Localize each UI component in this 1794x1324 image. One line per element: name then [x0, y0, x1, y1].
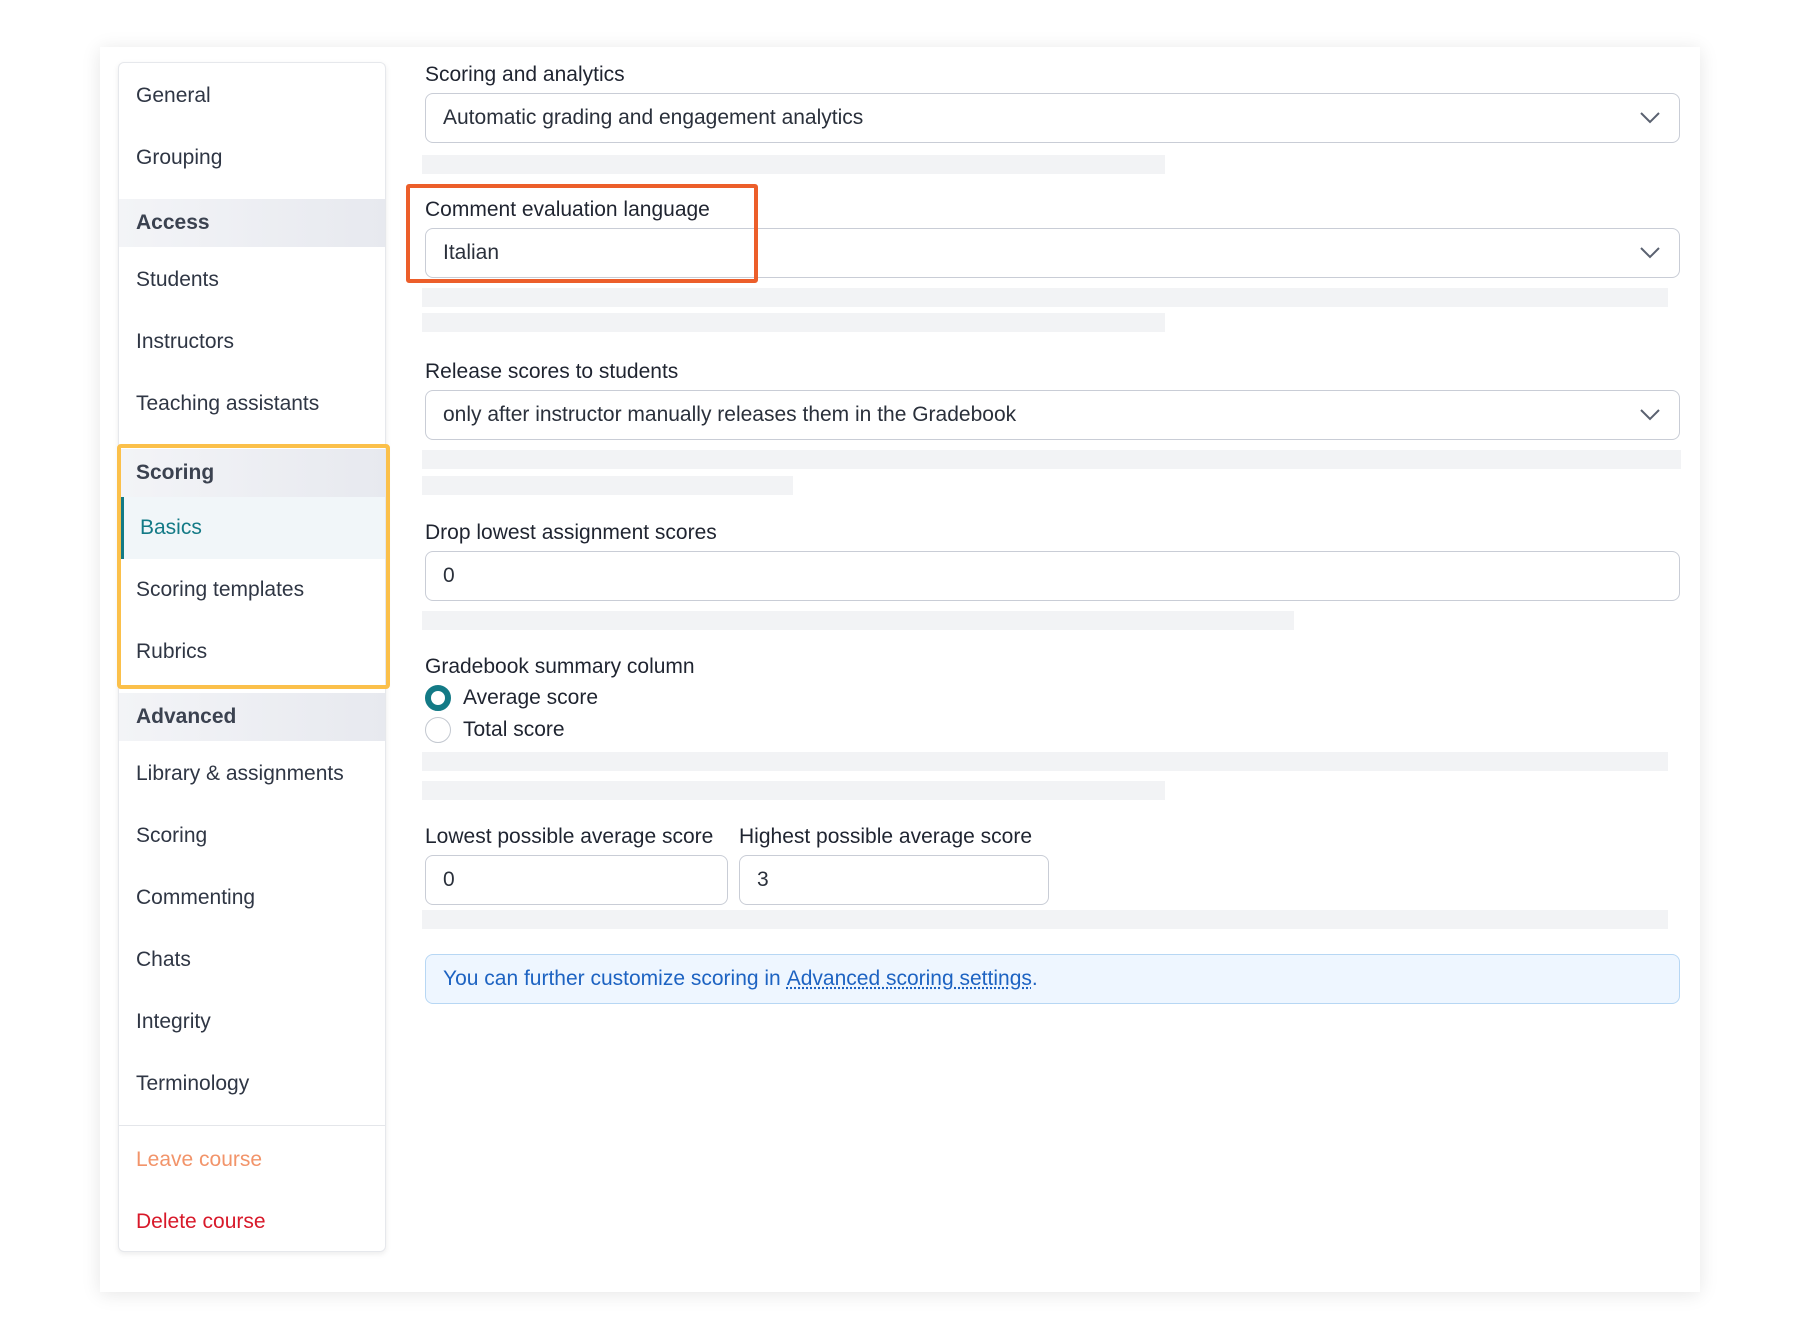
chevron-down-icon — [1640, 409, 1660, 421]
radio-average-score[interactable]: Average score — [425, 685, 598, 711]
sidebar-item-chats[interactable]: Chats — [119, 929, 385, 991]
summary-column-label: Gradebook summary column — [425, 655, 695, 678]
section-label: Access — [136, 211, 210, 234]
sidebar-item-label: Scoring templates — [136, 578, 305, 601]
drop-lowest-label: Drop lowest assignment scores — [425, 521, 717, 544]
sidebar-item-label: Integrity — [136, 1010, 211, 1033]
chevron-down-icon — [1640, 112, 1660, 124]
input-value: 3 — [757, 868, 769, 891]
scoring-analytics-label: Scoring and analytics — [425, 63, 625, 86]
help-text-placeholder — [422, 450, 1681, 469]
sidebar-item-label: Leave course — [136, 1148, 263, 1171]
sidebar-item-label: Basics — [140, 516, 202, 539]
leave-course-link[interactable]: Leave course — [119, 1129, 385, 1191]
sidebar-item-label: Library & assignments — [136, 762, 344, 785]
radio-button-selected[interactable] — [425, 685, 451, 711]
sidebar-item-general[interactable]: General — [119, 65, 385, 127]
help-text-placeholder — [422, 611, 1294, 630]
sidebar-item-library-assignments[interactable]: Library & assignments — [119, 743, 385, 805]
help-text-placeholder — [422, 752, 1668, 771]
sidebar-item-grouping[interactable]: Grouping — [119, 127, 385, 189]
info-suffix: . — [1031, 967, 1038, 990]
highest-average-input[interactable]: 3 — [739, 855, 1049, 905]
sidebar-section-advanced: Advanced — [119, 693, 385, 741]
help-text-placeholder — [422, 313, 1165, 332]
highest-average-label: Highest possible average score — [739, 825, 1032, 848]
sidebar-item-instructors[interactable]: Instructors — [119, 311, 385, 373]
sidebar-item-label: Instructors — [136, 330, 235, 353]
sidebar-section-scoring: Scoring — [119, 449, 385, 497]
sidebar-item-label: Scoring — [136, 824, 208, 847]
sidebar-divider — [119, 1125, 385, 1126]
sidebar-item-terminology[interactable]: Terminology — [119, 1053, 385, 1115]
select-value: only after instructor manually releases … — [443, 403, 1017, 426]
sidebar-item-label: Commenting — [136, 886, 256, 909]
input-value: 0 — [443, 868, 455, 891]
advanced-scoring-settings-link[interactable]: Advanced scoring settings — [787, 967, 1032, 991]
release-scores-select[interactable]: only after instructor manually releases … — [425, 390, 1680, 440]
info-text: You can further customize scoring in — [443, 967, 781, 990]
sidebar-item-rubrics[interactable]: Rubrics — [119, 621, 385, 683]
advanced-settings-info: You can further customize scoring in Adv… — [425, 954, 1680, 1004]
select-value: Automatic grading and engagement analyti… — [443, 106, 864, 129]
sidebar-item-label: Delete course — [136, 1210, 266, 1233]
help-text-placeholder — [422, 476, 793, 495]
scoring-analytics-select[interactable]: Automatic grading and engagement analyti… — [425, 93, 1680, 143]
sidebar-item-label: Rubrics — [136, 640, 208, 663]
help-text-placeholder — [422, 155, 1165, 174]
sidebar-item-commenting[interactable]: Commenting — [119, 867, 385, 929]
release-scores-label: Release scores to students — [425, 360, 679, 383]
comment-language-label: Comment evaluation language — [425, 198, 710, 221]
section-label: Advanced — [136, 705, 237, 728]
drop-lowest-input[interactable]: 0 — [425, 551, 1680, 601]
sidebar-item-scoring[interactable]: Scoring — [119, 805, 385, 867]
radio-label: Average score — [463, 686, 599, 709]
delete-course-link[interactable]: Delete course — [119, 1191, 385, 1251]
sidebar-item-label: Teaching assistants — [136, 392, 320, 415]
help-text-placeholder — [422, 910, 1668, 929]
select-value: Italian — [443, 241, 500, 264]
radio-total-score[interactable]: Total score — [425, 717, 565, 743]
sidebar-item-integrity[interactable]: Integrity — [119, 991, 385, 1053]
sidebar-item-scoring-templates[interactable]: Scoring templates — [119, 559, 385, 621]
settings-sidebar: General Grouping Access Students Instruc… — [118, 62, 386, 1252]
sidebar-item-teaching-assistants[interactable]: Teaching assistants — [119, 373, 385, 435]
chevron-down-icon — [1640, 247, 1660, 259]
sidebar-item-label: Chats — [136, 948, 191, 971]
sidebar-item-label: General — [136, 84, 211, 107]
section-label: Scoring — [136, 461, 215, 484]
comment-language-select[interactable]: Italian — [425, 228, 1680, 278]
radio-button[interactable] — [425, 717, 451, 743]
sidebar-item-label: Grouping — [136, 146, 223, 169]
help-text-placeholder — [422, 781, 1165, 800]
input-value: 0 — [443, 564, 455, 587]
help-text-placeholder — [422, 288, 1668, 307]
sidebar-section-access: Access — [119, 199, 385, 247]
sidebar-item-label: Terminology — [136, 1072, 250, 1095]
lowest-average-input[interactable]: 0 — [425, 855, 728, 905]
radio-label: Total score — [463, 718, 565, 741]
sidebar-item-basics[interactable]: Basics — [119, 497, 385, 559]
sidebar-item-label: Students — [136, 268, 219, 291]
sidebar-item-students[interactable]: Students — [119, 249, 385, 311]
lowest-average-label: Lowest possible average score — [425, 825, 714, 848]
